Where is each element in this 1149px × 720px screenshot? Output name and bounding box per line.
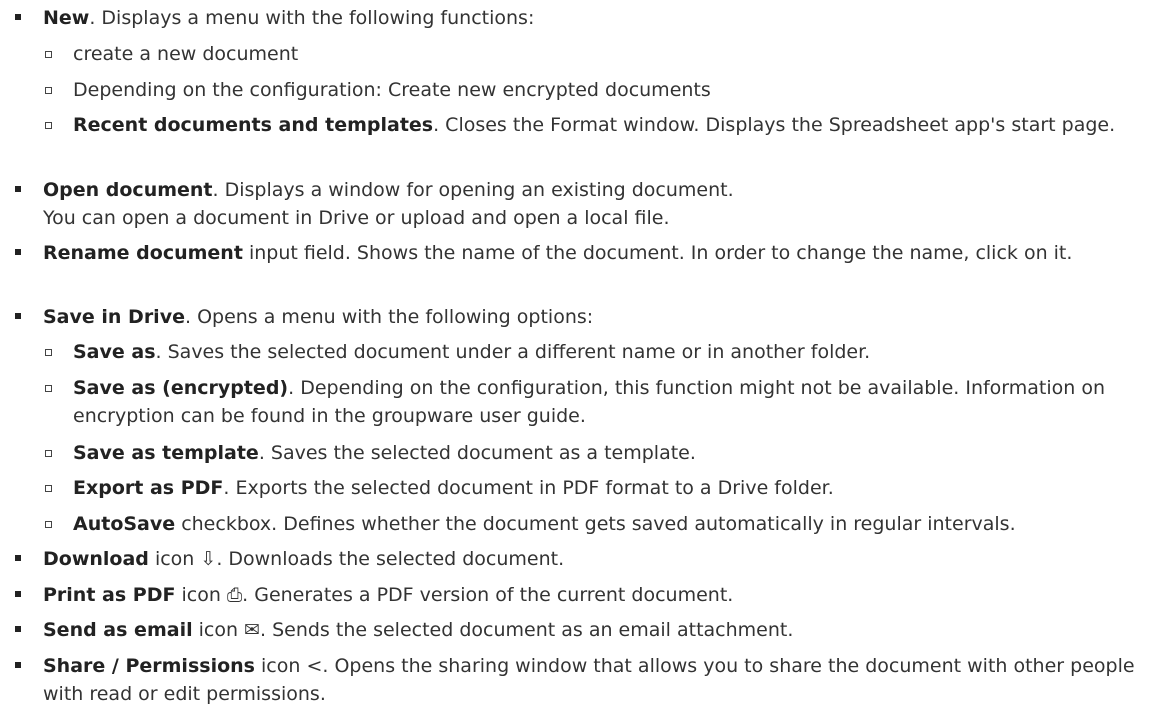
item-text: Save as template. Saves the selected doc… xyxy=(73,442,696,464)
bullet-square xyxy=(15,186,21,192)
bullet-hollow xyxy=(45,349,52,356)
documentation-list: New. Displays a menu with the following … xyxy=(0,0,1149,720)
item-text: create a new document xyxy=(73,43,299,65)
bullet-hollow xyxy=(45,485,52,492)
item-text: Depending on the configuration: Create n… xyxy=(73,79,711,101)
bullet-square xyxy=(15,555,21,561)
bullet-hollow xyxy=(45,87,52,94)
email-icon: ✉ xyxy=(244,619,260,641)
bullet-square xyxy=(15,662,21,668)
bullet-hollow xyxy=(45,122,52,129)
item-text: New. Displays a menu with the following … xyxy=(43,7,535,29)
item-text: Export as PDF. Exports the selected docu… xyxy=(73,477,834,499)
bullet-hollow xyxy=(45,51,52,58)
download-icon: ⇩ xyxy=(200,548,217,570)
item-text: Share / Permissions icon <. Opens the sh… xyxy=(43,652,1135,708)
bullet-hollow xyxy=(45,521,52,528)
bullet-square xyxy=(15,313,21,319)
bullet-square xyxy=(15,626,21,632)
bullet-square xyxy=(15,14,21,20)
item-text: Save as (encrypted). Depending on the co… xyxy=(73,377,1106,427)
item-text: Save in Drive. Opens a menu with the fol… xyxy=(43,306,594,328)
item-text: Open document. Displays a window for ope… xyxy=(43,179,734,229)
bullet-square xyxy=(15,591,21,597)
item-text: Rename document input field. Shows the n… xyxy=(43,242,1073,264)
print-icon: ⎙ xyxy=(226,584,243,606)
item-text: Save as. Saves the selected document und… xyxy=(73,341,871,363)
item-text: Send as email icon ✉. Sends the selected… xyxy=(43,616,1135,644)
share-icon: < xyxy=(306,655,323,677)
item-text: Download icon ⇩. Downloads the selected … xyxy=(43,545,1135,573)
item-text: Print as PDF icon ⎙. Generates a PDF ver… xyxy=(43,581,1135,609)
bullet-hollow xyxy=(45,450,52,457)
bullet-square xyxy=(15,249,21,255)
item-text: Recent documents and templates. Closes t… xyxy=(73,114,1116,136)
bullet-hollow xyxy=(45,385,52,392)
item-text: AutoSave checkbox. Defines whether the d… xyxy=(73,513,1016,535)
